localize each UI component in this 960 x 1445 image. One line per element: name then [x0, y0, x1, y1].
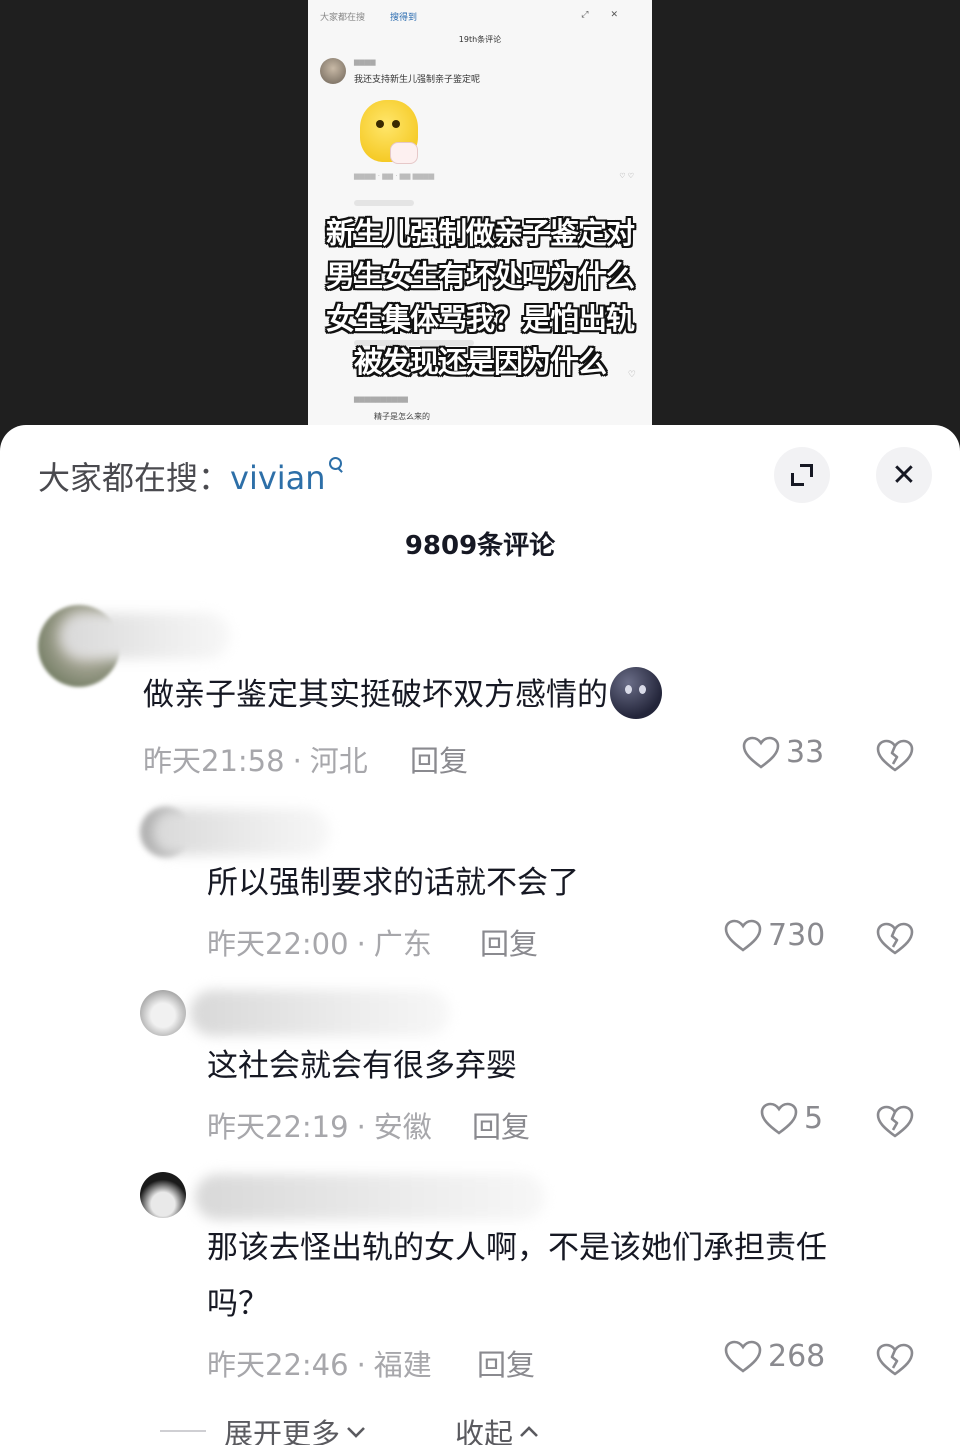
thumb-foot-text: 精子是怎么来的 [374, 412, 430, 421]
close-button[interactable]: ✕ [876, 447, 932, 503]
search-icon [328, 457, 346, 479]
comment-meta: 昨天22:00 · 广东 [207, 921, 432, 963]
caption-line: 男生女生有坏处吗为什么 [325, 259, 635, 293]
expand-icon [791, 464, 813, 486]
comment-text: 这社会就会有很多弃婴 [207, 1048, 517, 1084]
comment-text: 做亲子鉴定其实挺破坏双方感情的 [143, 666, 662, 723]
thumb-header-icons: ⤢✕ [581, 10, 640, 20]
dark-face-emoji-icon [610, 666, 662, 719]
comment-region: 广东 [373, 927, 432, 961]
caption-line: 被发现还是因为什么 [353, 345, 607, 379]
comment-region: 安徽 [373, 1110, 432, 1144]
heart-icon [724, 1340, 762, 1373]
comment-text-content: 做亲子鉴定其实挺破坏双方感情的 [143, 677, 608, 713]
comment-item: 做亲子鉴定其实挺破坏双方感情的 昨天21:58 · 河北 回复 33 [0, 605, 960, 785]
comment-meta: 昨天22:46 · 福建 [207, 1342, 432, 1384]
comment-region: 福建 [373, 1348, 432, 1382]
broken-heart-icon[interactable] [876, 739, 914, 773]
expand-button[interactable] [774, 447, 830, 503]
like-count: 730 [768, 918, 826, 953]
like-count: 268 [768, 1339, 826, 1374]
search-suggestion-prefix: 大家都在搜： [38, 459, 231, 497]
video-player[interactable]: 大家都在搜 搜得到 ⤢✕ 19th条评论 ▆▆▆▆ 我还支持新生儿强制亲子鉴定呢… [0, 0, 960, 440]
reply-button[interactable]: 回复 [410, 738, 468, 780]
search-suggestion[interactable]: 大家都在搜：vivian [38, 453, 346, 499]
meta-separator: · [292, 744, 302, 778]
comment-text: 所以强制要求的话就不会了 [207, 865, 579, 901]
search-suggestion-keyword[interactable]: vivian [230, 459, 326, 497]
username-blurred[interactable] [190, 990, 450, 1036]
comment-time: 昨天22:46 [207, 1348, 349, 1382]
heart-icon [742, 736, 780, 769]
username-blurred[interactable] [150, 809, 330, 855]
chevron-up-icon [520, 1426, 538, 1437]
chevron-down-icon [347, 1427, 365, 1438]
thumb-header-search: 搜得到 [390, 13, 418, 23]
thumb-username: ▆▆▆▆ [354, 58, 376, 66]
comment-text-line1: 那该去怪出轨的女人啊，不是该她们承担责任 [207, 1230, 827, 1266]
thumb-blur-line [354, 200, 414, 206]
broken-heart-icon[interactable] [876, 922, 914, 956]
reply-item: 所以强制要求的话就不会了 昨天22:00 · 广东 回复 730 [0, 805, 960, 975]
thumb-comment-text: 我还支持新生儿强制亲子鉴定呢 [354, 75, 481, 85]
expand-more-label: 展开更多 [224, 1417, 341, 1445]
thumb-comment-count: 19th条评论 [458, 35, 502, 44]
heart-icon [760, 1102, 798, 1135]
reply-item: 这社会就会有很多弃婴 昨天22:19 · 安徽 回复 5 [0, 988, 960, 1158]
reply-button[interactable]: 回复 [472, 1104, 530, 1146]
reply-button[interactable]: 回复 [477, 1342, 535, 1384]
thumb-header: 大家都在搜 搜得到 ⤢✕ [320, 10, 640, 28]
reply-button[interactable]: 回复 [480, 921, 538, 963]
caption-line: 新生儿强制做亲子鉴定对 [325, 216, 635, 250]
broken-heart-icon[interactable] [876, 1105, 914, 1139]
thumb-meta: ▆▆▆▆ · ▆▆ · ▆▆ ▆▆▆▆ [354, 172, 435, 180]
meta-separator: · [356, 1348, 366, 1382]
thumb-header-title: 大家都在搜 [320, 13, 366, 23]
comment-meta: 昨天21:58 · 河北 [143, 738, 368, 780]
like-count: 33 [786, 735, 825, 770]
collapse-label: 收起 [455, 1417, 514, 1445]
username-blurred[interactable] [195, 1174, 545, 1220]
username-blurred[interactable] [60, 613, 230, 659]
meta-separator: · [356, 927, 366, 961]
avatar[interactable] [140, 990, 186, 1036]
thumb-avatar [320, 58, 346, 84]
reply-item: 那该去怪出轨的女人啊，不是该她们承担责任 吗？ 昨天22:46 · 福建 回复 26… [0, 1170, 960, 1400]
like-button[interactable]: 5 [760, 1101, 823, 1136]
thumb-emoji-mask [390, 142, 418, 164]
collapse-button[interactable]: 收起 [455, 1411, 539, 1445]
comment-meta: 昨天22:19 · 安徽 [207, 1104, 432, 1146]
close-icon: ✕ [891, 457, 917, 493]
comment-panel: 大家都在搜：vivian ✕ 9809条评论 做亲子鉴定其实挺破坏双方感情的 昨… [0, 425, 960, 1445]
heart-icon [724, 919, 762, 952]
like-button[interactable]: 730 [724, 918, 825, 953]
like-button[interactable]: 268 [724, 1339, 825, 1374]
comment-time: 昨天22:19 [207, 1110, 349, 1144]
video-caption: 新生儿强制做亲子鉴定对 男生女生有坏处吗为什么 女生集体骂我？是怕出轨 被发现还… [308, 212, 652, 384]
replies-divider [160, 1430, 206, 1432]
expand-more-button[interactable]: 展开更多 [224, 1411, 366, 1445]
thumb-foot-username: ▆▆▆▆▆▆▆▆▆▆ [354, 395, 408, 403]
comment-time: 昨天21:58 [143, 744, 285, 778]
meta-separator: · [356, 1110, 366, 1144]
avatar[interactable] [140, 1172, 186, 1218]
comment-count: 9809条评论 [404, 531, 556, 561]
thumb-like: ♡ ♡ [619, 172, 634, 180]
caption-line: 女生集体骂我？是怕出轨 [325, 302, 635, 336]
broken-heart-icon[interactable] [876, 1343, 914, 1377]
comment-time: 昨天22:00 [207, 927, 349, 961]
comment-text-line2: 吗？ [207, 1286, 269, 1322]
like-button[interactable]: 33 [742, 735, 824, 770]
like-count: 5 [804, 1101, 824, 1136]
comment-region: 河北 [309, 744, 368, 778]
